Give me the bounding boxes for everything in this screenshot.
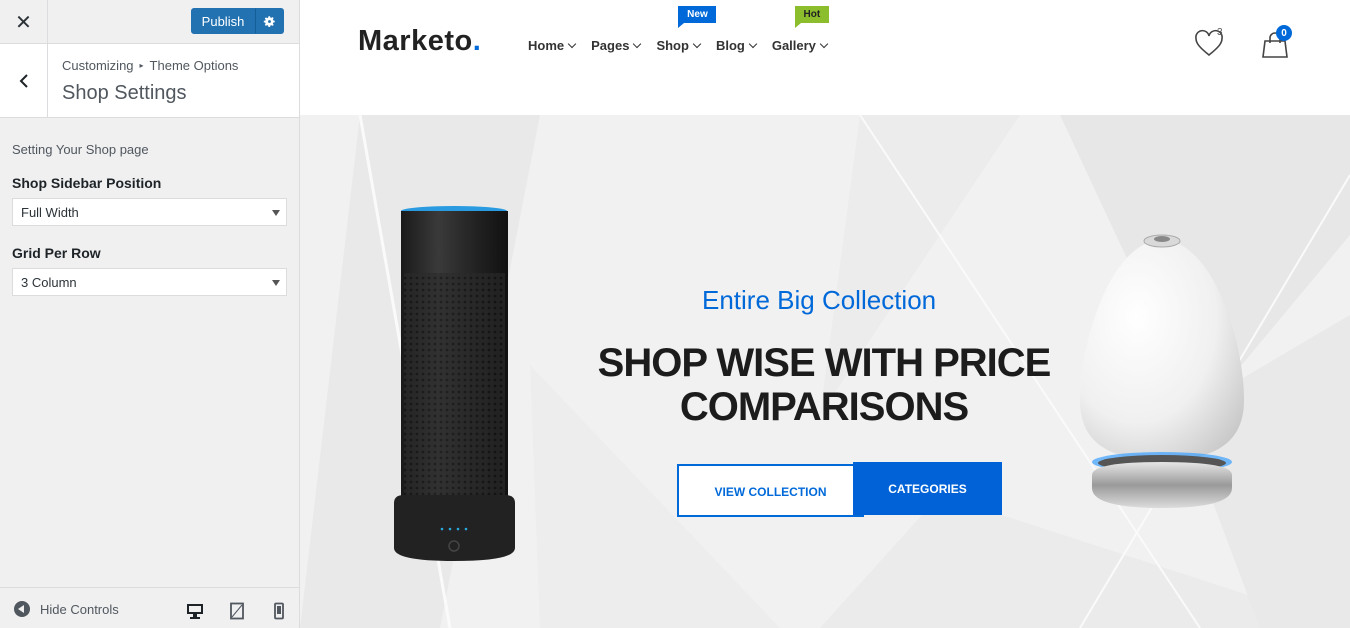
collapse-icon: [14, 601, 30, 617]
nav-pages-label: Pages: [591, 38, 630, 53]
publish-settings-button[interactable]: [255, 8, 284, 34]
nav-home[interactable]: Home: [528, 38, 577, 53]
hero-banner: Entire Big Collection SHOP WISE WITH PRI…: [300, 115, 1350, 628]
white-egg-speaker-image: [1080, 234, 1244, 508]
hide-controls-button[interactable]: Hide Controls: [14, 601, 119, 617]
site-header: Marketo. Home Pages New Shop Blog Hot Ga…: [300, 0, 1350, 115]
section-description: Setting Your Shop page: [12, 142, 149, 157]
breadcrumb: Customizing ▸ Theme Options: [62, 58, 238, 73]
view-collection-button[interactable]: VIEW COLLECTION: [677, 464, 864, 517]
grid-per-row-select[interactable]: 3 Column: [12, 268, 287, 296]
controls-panel: Setting Your Shop page Shop Sidebar Posi…: [12, 118, 287, 296]
gear-icon: [263, 15, 275, 27]
hide-controls-label: Hide Controls: [40, 601, 119, 617]
cart-count-badge: 0: [1276, 25, 1292, 41]
sidebar-position-label: Shop Sidebar Position: [12, 175, 162, 191]
dropdown-arrow-icon: [272, 280, 280, 286]
black-smart-speaker-image: [394, 206, 515, 561]
grid-per-row-label: Grid Per Row: [12, 245, 101, 261]
hero-title: SHOP WISE WITH PRICE COMPARISONS: [597, 341, 1052, 429]
dropdown-arrow-icon: [272, 210, 280, 216]
nav-shop-label: Shop: [656, 38, 689, 53]
nav-pages[interactable]: Pages: [591, 38, 642, 53]
wishlist-count: 3: [1217, 27, 1223, 38]
section-title: Shop Settings: [62, 82, 187, 104]
breadcrumb-separator-icon: ▸: [139, 61, 144, 70]
site-preview: Marketo. Home Pages New Shop Blog Hot Ga…: [300, 0, 1350, 628]
nav-home-label: Home: [528, 38, 565, 53]
new-badge: New: [678, 6, 717, 28]
mobile-preview-icon[interactable]: [270, 602, 288, 620]
customizer-footer: Hide Controls: [0, 587, 299, 628]
customizer-header: ✕ Publish: [0, 0, 299, 44]
desktop-preview-icon[interactable]: [186, 602, 204, 620]
customizer-sidebar: ✕ Publish Customizing ▸ Theme Options Shop…: [0, 0, 300, 628]
publish-button[interactable]: Publish: [191, 8, 255, 34]
close-customizer-button[interactable]: ✕: [0, 0, 48, 44]
back-button[interactable]: [0, 44, 48, 117]
logo-text: Marketo: [358, 25, 473, 57]
chevron-down-icon: [633, 39, 642, 49]
breadcrumb-parent: Customizing: [62, 58, 134, 73]
breadcrumb-section: Theme Options: [149, 58, 239, 73]
nav-blog[interactable]: Blog: [715, 38, 758, 53]
nav-shop[interactable]: New Shop: [656, 6, 717, 53]
logo-dot: .: [472, 25, 482, 57]
tablet-preview-icon[interactable]: [228, 602, 246, 620]
nav-blog-label: Blog: [715, 38, 745, 53]
chevron-left-icon: [19, 73, 28, 88]
chevron-down-icon: [567, 39, 577, 49]
close-icon: ✕: [15, 11, 32, 34]
hero-subtitle: Entire Big Collection: [702, 285, 937, 315]
sidebar-position-value: Full Width: [21, 204, 79, 220]
nav-gallery[interactable]: Hot Gallery: [771, 6, 829, 53]
main-nav: Home Pages New Shop Blog Hot Gallery: [528, 6, 843, 53]
publish-group: Publish: [191, 8, 284, 34]
site-logo[interactable]: Marketo.: [358, 25, 481, 58]
categories-button[interactable]: CATEGORIES: [853, 462, 1002, 515]
chevron-down-icon: [819, 39, 829, 49]
chevron-down-icon: [692, 39, 702, 49]
chevron-down-icon: [748, 39, 758, 49]
sidebar-position-select[interactable]: Full Width: [12, 198, 287, 226]
section-header: Customizing ▸ Theme Options Shop Settings: [0, 44, 299, 118]
grid-per-row-value: 3 Column: [21, 274, 77, 290]
nav-gallery-label: Gallery: [771, 38, 816, 53]
hot-badge: Hot: [794, 6, 829, 28]
